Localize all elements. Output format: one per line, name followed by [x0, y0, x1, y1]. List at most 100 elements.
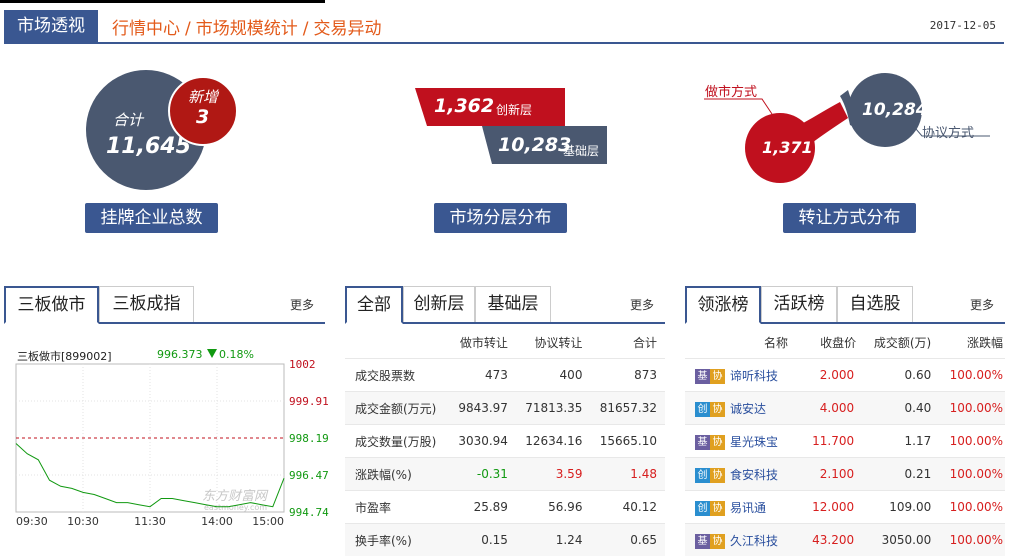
top-gainers-table: 名称 收盘价 成交额(万) 涨跌幅 基协谛听科技2.0000.60100.00%…	[685, 326, 1005, 556]
transfer-badge: 协	[710, 402, 725, 417]
row-label: 成交数量(万股)	[345, 425, 450, 458]
stock-name-cell: 基协星光珠宝	[685, 425, 800, 458]
right-panel-tabs: 领涨榜 活跃榜 自选股 更多	[685, 286, 1005, 324]
tab-sanban-market-making[interactable]: 三板做市	[4, 286, 99, 324]
left-more-link[interactable]: 更多	[290, 296, 314, 313]
transfer-badge: 协	[710, 534, 725, 549]
stock-name-link[interactable]: 诚安达	[730, 402, 766, 416]
table-cell: 473	[450, 359, 516, 392]
transfer-badge: 协	[710, 468, 725, 483]
stock-name-cell: 基协谛听科技	[685, 359, 800, 392]
col-header-agreement: 协议转让	[516, 326, 591, 359]
change-percent: 100.00%	[935, 392, 1005, 425]
tab-innovation-layer[interactable]: 创新层	[403, 286, 475, 322]
stock-name-link[interactable]: 星光珠宝	[730, 435, 778, 449]
y-tick-label: 999.91	[289, 395, 329, 408]
layer-badge: 基	[695, 435, 710, 450]
table-row: 市盈率25.8956.9640.12	[345, 491, 665, 524]
tab-basic-layer[interactable]: 基础层	[475, 286, 551, 322]
listed-companies-button[interactable]: 挂牌企业总数	[85, 203, 218, 233]
table-row[interactable]: 基协谛听科技2.0000.60100.00%	[685, 359, 1005, 392]
table-cell: 25.89	[450, 491, 516, 524]
close-price: 4.000	[800, 392, 858, 425]
crumb-separator: /	[303, 19, 309, 39]
layer-badge: 创	[695, 468, 710, 483]
col-header-blank	[345, 326, 450, 359]
crumb-separator: /	[185, 19, 191, 39]
top-accent-line	[0, 0, 325, 3]
table-row: 成交金额(万元)9843.9771813.3581657.32	[345, 392, 665, 425]
stock-name-link[interactable]: 谛听科技	[730, 369, 778, 383]
row-label: 成交股票数	[345, 359, 450, 392]
table-row: 成交数量(万股)3030.9412634.1615665.10	[345, 425, 665, 458]
crumb-quotes-center[interactable]: 行情中心	[112, 19, 180, 39]
table-row[interactable]: 创协易讯通12.000109.00100.00%	[685, 491, 1005, 524]
crumb-market-scale[interactable]: 市场规模统计	[196, 19, 298, 39]
layer-badge: 基	[695, 534, 710, 549]
transfer-methods-button[interactable]: 转让方式分布	[783, 203, 916, 233]
x-tick-label: 15:00	[252, 515, 284, 528]
layer-badge: 创	[695, 501, 710, 516]
table-cell: 1.48	[590, 458, 665, 491]
table-cell: 3030.94	[450, 425, 516, 458]
tab-top-gainers[interactable]: 领涨榜	[685, 286, 761, 324]
row-label: 市盈率	[345, 491, 450, 524]
table-cell: 81657.32	[590, 392, 665, 425]
stock-name-link[interactable]: 食安科技	[730, 468, 778, 482]
x-tick-label: 09:30	[16, 515, 48, 528]
new-value: 3	[196, 106, 209, 128]
y-tick-label: 994.74	[289, 506, 329, 519]
table-cell: 3.59	[516, 458, 591, 491]
table-row[interactable]: 创协诚安达4.0000.40100.00%	[685, 392, 1005, 425]
stock-name-cell: 创协诚安达	[685, 392, 800, 425]
watermark: 东方财富网	[202, 488, 269, 504]
trade-amount: 109.00	[858, 491, 935, 524]
tab-sanban-composite[interactable]: 三板成指	[99, 286, 194, 322]
basic-layer-value: 10,283	[498, 134, 571, 156]
table-row: 涨跌幅(%)-0.313.591.48	[345, 458, 665, 491]
stock-name-link[interactable]: 易讯通	[730, 501, 766, 515]
tab-most-active[interactable]: 活跃榜	[761, 286, 837, 322]
total-value: 11,645	[106, 134, 191, 159]
trade-amount: 0.21	[858, 458, 935, 491]
layer-badge: 创	[695, 402, 710, 417]
table-cell: 873	[590, 359, 665, 392]
transfer-badge: 协	[710, 369, 725, 384]
mid-panel-tabs: 全部 创新层 基础层 更多	[345, 286, 665, 324]
table-header-row: 名称 收盘价 成交额(万) 涨跌幅	[685, 326, 1005, 359]
down-arrow-icon	[207, 349, 217, 358]
table-cell: -0.31	[450, 458, 516, 491]
table-cell: 400	[516, 359, 591, 392]
market-layers-button[interactable]: 市场分层分布	[434, 203, 567, 233]
stock-name-link[interactable]: 久江科技	[730, 534, 778, 548]
right-more-link[interactable]: 更多	[970, 296, 994, 313]
market-making-label: 做市方式	[705, 81, 757, 100]
mid-more-link[interactable]: 更多	[630, 296, 654, 313]
tab-watchlist[interactable]: 自选股	[837, 286, 913, 322]
layer-badge: 基	[695, 369, 710, 384]
change-percent: 100.00%	[935, 359, 1005, 392]
table-cell: 40.12	[590, 491, 665, 524]
col-header-name: 名称	[685, 326, 800, 359]
mm-label-pointer	[704, 99, 772, 114]
row-label: 成交金额(万元)	[345, 392, 450, 425]
stock-name-cell: 创协易讯通	[685, 491, 800, 524]
new-label: 新增	[188, 86, 218, 107]
basic-layer-label: 基础层	[563, 142, 599, 159]
table-cell: 56.96	[516, 491, 591, 524]
col-header-close: 收盘价	[800, 326, 858, 359]
change-percent: 100.00%	[935, 425, 1005, 458]
x-tick-label: 11:30	[134, 515, 166, 528]
left-panel-tabs: 三板做市 三板成指 更多	[4, 286, 325, 324]
y-tick-label: 998.19	[289, 432, 329, 445]
table-row[interactable]: 创协食安科技2.1000.21100.00%	[685, 458, 1005, 491]
table-row[interactable]: 基协星光珠宝11.7001.17100.00%	[685, 425, 1005, 458]
tab-all[interactable]: 全部	[345, 286, 403, 324]
col-header-amount: 成交额(万)	[858, 326, 935, 359]
table-cell: 9843.97	[450, 392, 516, 425]
date-label: 2017-12-05	[930, 19, 996, 32]
crumb-trade-anomaly[interactable]: 交易异动	[313, 19, 381, 39]
x-tick-label: 10:30	[67, 515, 99, 528]
close-price: 2.100	[800, 458, 858, 491]
agreement-value: 10,284	[862, 100, 928, 120]
